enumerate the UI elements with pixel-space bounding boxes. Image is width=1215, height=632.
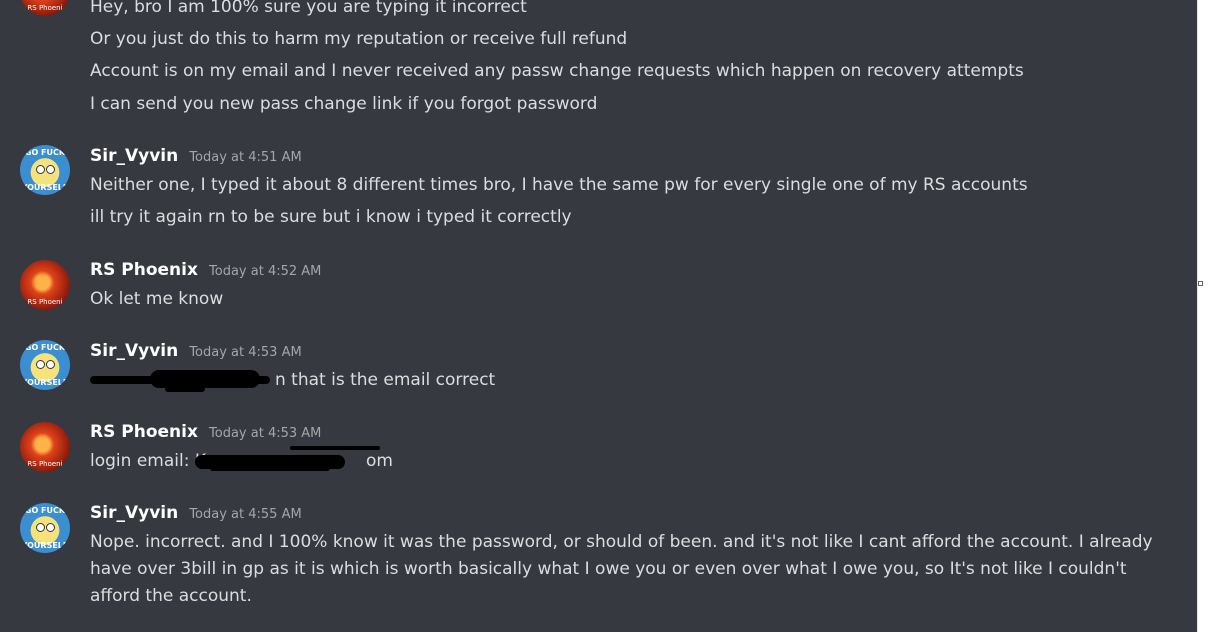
window-edge	[1197, 0, 1215, 632]
sponge-eyes-icon	[36, 360, 55, 369]
author-name[interactable]: RS Phoenix	[90, 422, 198, 442]
avatar[interactable]: RS Phoeni	[20, 422, 70, 472]
message-header: RS Phoenix Today at 4:52 AM	[90, 260, 321, 280]
message-text: login email: K	[90, 451, 206, 471]
message-line: ill try it again rn to be sure but i kno…	[90, 207, 572, 227]
redaction-scribble	[210, 466, 330, 471]
message-text: om	[365, 451, 393, 471]
message-line: Nope. incorrect. and I 100% know it was …	[90, 532, 1153, 552]
message-header: Sir_Vyvin Today at 4:55 AM	[90, 503, 302, 523]
author-name[interactable]: Sir_Vyvin	[90, 341, 178, 361]
message-line: I can send you new pass change link if y…	[90, 94, 598, 114]
timestamp: Today at 4:51 AM	[189, 150, 302, 165]
avatar-label: RS Phoeni	[27, 4, 63, 12]
resize-handle-icon[interactable]	[1198, 281, 1203, 286]
avatar-top-text: GO FUCK	[24, 506, 66, 515]
message-header: Sir_Vyvin Today at 4:51 AM	[90, 146, 302, 166]
avatar[interactable]: RS Phoeni	[20, 0, 70, 16]
avatar-label: RS Phoeni	[27, 298, 63, 306]
message-line: Ok let me know	[90, 289, 224, 309]
message-line: Hey, bro I am 100% sure you are typing i…	[90, 0, 527, 17]
avatar-bottom-text: YOURSELF	[21, 541, 69, 550]
message-header: Sir_Vyvin Today at 4:53 AM	[90, 341, 302, 361]
avatar-top-text: GO FUCK	[24, 343, 66, 352]
message-text: n that is the email correct	[275, 370, 496, 390]
avatar[interactable]: GO FUCK YOURSELF	[20, 340, 70, 390]
avatar-bottom-text: YOURSELF	[21, 183, 69, 192]
message-line: Account is on my email and I never recei…	[90, 61, 1024, 81]
sponge-eyes-icon	[36, 165, 55, 174]
avatar-bottom-text: YOURSELF	[21, 378, 69, 387]
author-name[interactable]: Sir_Vyvin	[90, 503, 178, 523]
message-line: Neither one, I typed it about 8 differen…	[90, 175, 1028, 195]
message-header: RS Phoenix Today at 4:53 AM	[90, 422, 321, 442]
timestamp: Today at 4:53 AM	[189, 345, 302, 360]
message-line: have over 3bill in gp as it is which is …	[90, 559, 1127, 579]
divider	[1197, 0, 1198, 632]
author-name[interactable]: RS Phoenix	[90, 260, 198, 280]
author-name[interactable]: Sir_Vyvin	[90, 146, 178, 166]
redaction-scribble	[165, 386, 205, 392]
redaction-scribble	[290, 446, 380, 450]
avatar[interactable]: RS Phoeni	[20, 260, 70, 310]
timestamp: Today at 4:53 AM	[209, 426, 322, 441]
avatar-top-text: GO FUCK	[24, 148, 66, 157]
chat-messages: RS Phoeni Hey, bro I am 100% sure you ar…	[0, 0, 1197, 632]
timestamp: Today at 4:52 AM	[209, 264, 322, 279]
avatar[interactable]: GO FUCK YOURSELF	[20, 145, 70, 195]
avatar[interactable]: GO FUCK YOURSELF	[20, 503, 70, 553]
avatar-label: RS Phoeni	[27, 460, 63, 468]
message-line: Or you just do this to harm my reputatio…	[90, 29, 628, 49]
timestamp: Today at 4:55 AM	[189, 507, 302, 522]
sponge-eyes-icon	[36, 523, 55, 532]
message-line: afford the account.	[90, 586, 252, 606]
